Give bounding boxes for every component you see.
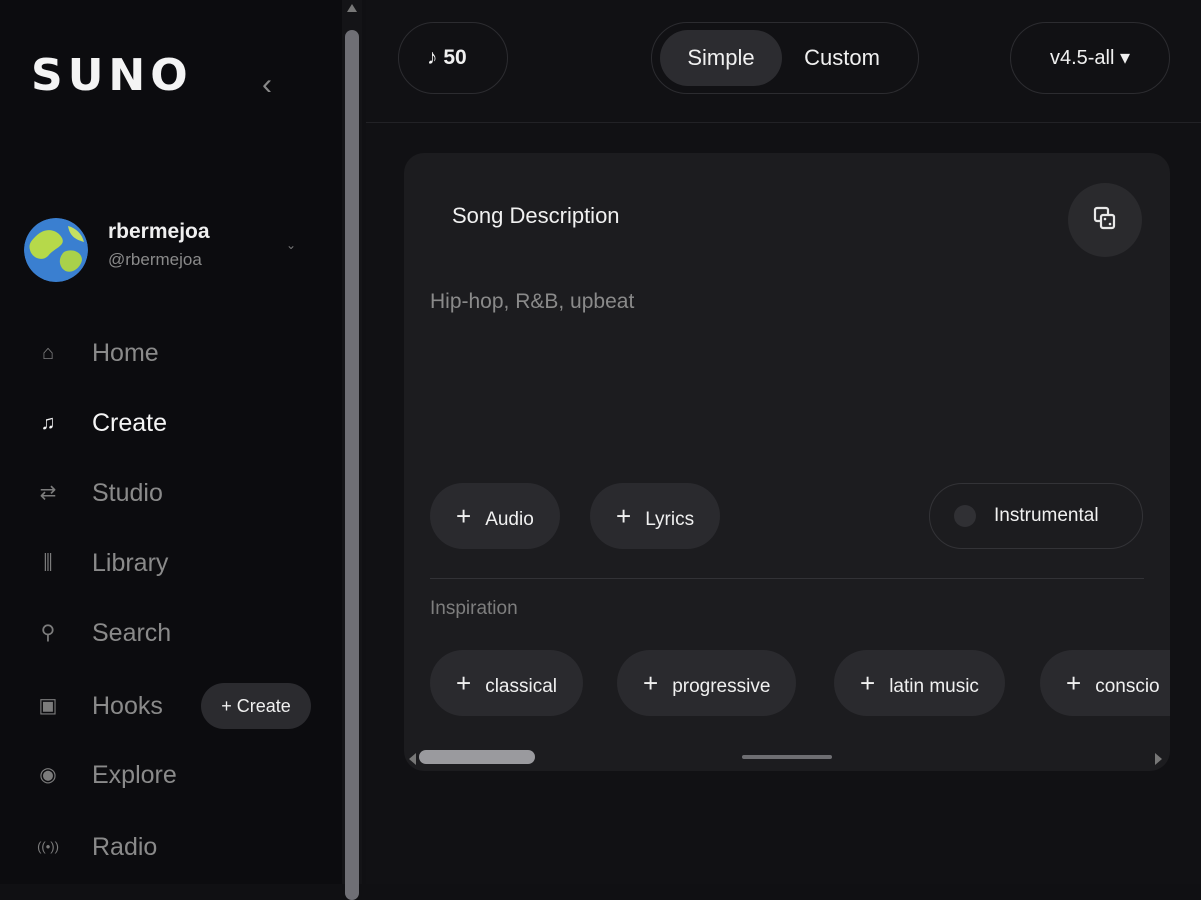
credits-badge[interactable]: ♪ 50	[398, 22, 508, 94]
tag-label: conscio	[1095, 676, 1160, 697]
hooks-icon: ▣	[38, 695, 58, 717]
studio-icon: ⇄	[39, 482, 57, 504]
sidebar-item-label: Create	[92, 409, 168, 437]
radio-icon: ((•))	[37, 839, 59, 854]
tag-label: latin music	[889, 676, 979, 697]
tag-label: classical	[485, 676, 557, 697]
search-icon: ⚲	[40, 622, 56, 644]
random-dice-button[interactable]	[1068, 183, 1142, 257]
add-lyrics-label: Lyrics	[645, 509, 695, 530]
inspiration-tag-latin-music[interactable]: + latin music	[834, 650, 1005, 716]
user-handle: @rbermejoa	[108, 250, 202, 269]
home-icon: ⌂	[41, 342, 55, 364]
plus-icon: +	[616, 501, 632, 531]
chevron-down-icon[interactable]: ⌄	[286, 238, 296, 252]
sidebar-item-create[interactable]: ♫ Create	[0, 393, 320, 453]
sidebar-item-label: Explore	[92, 761, 177, 789]
scrollbar-thumb[interactable]	[419, 750, 535, 764]
instrumental-toggle[interactable]: Instrumental	[929, 483, 1143, 549]
top-bar: ♪ 50 Simple Custom v4.5-all ▾	[366, 0, 1201, 123]
tag-label: progressive	[672, 676, 771, 697]
mode-toggle: Simple Custom	[651, 22, 919, 94]
create-music-icon: ♫	[40, 412, 56, 434]
library-icon: ⫼	[43, 552, 53, 574]
sidebar-item-label: Radio	[92, 833, 158, 861]
plus-icon: +	[1066, 668, 1082, 698]
plus-icon: +	[456, 501, 472, 531]
sidebar-item-search[interactable]: ⚲ Search	[0, 603, 320, 663]
inspiration-tag-conscious[interactable]: + conscio	[1040, 650, 1170, 716]
toggle-indicator-icon	[954, 505, 976, 527]
divider	[430, 578, 1144, 579]
song-description-input[interactable]: Hip-hop, R&B, upbeat	[430, 290, 634, 314]
dice-icon	[1093, 206, 1116, 230]
suno-logo[interactable]: SUNO	[31, 46, 193, 106]
inspiration-label: Inspiration	[430, 598, 518, 619]
inspiration-tag-classical[interactable]: + classical	[430, 650, 583, 716]
explore-icon: ◉	[39, 764, 57, 786]
sidebar-item-studio[interactable]: ⇄ Studio	[0, 463, 320, 523]
song-description-label: Song Description	[452, 203, 620, 228]
sidebar-item-label: Hooks	[92, 692, 163, 720]
sidebar-item-hooks[interactable]: ▣ Hooks	[0, 676, 195, 736]
scroll-up-arrow-icon[interactable]	[347, 4, 357, 12]
sidebar-item-label: Studio	[92, 479, 163, 507]
sidebar: SUNO ‹ rbermejoa @rbermejoa ⌄ ⌂ Home ♫ C…	[0, 0, 342, 884]
sidebar-item-label: Library	[92, 549, 169, 577]
inspiration-tag-progressive[interactable]: + progressive	[617, 650, 797, 716]
add-audio-label: Audio	[485, 509, 534, 530]
custom-mode-button[interactable]: Custom	[786, 30, 898, 86]
simple-mode-button[interactable]: Simple	[660, 30, 782, 86]
sidebar-item-label: Search	[92, 619, 172, 647]
sidebar-item-library[interactable]: ⫼ Library	[0, 533, 320, 593]
sidebar-scrollbar[interactable]	[342, 0, 362, 900]
instrumental-label: Instrumental	[994, 505, 1099, 526]
drag-handle[interactable]	[742, 755, 832, 759]
model-version-dropdown[interactable]: v4.5-all ▾	[1010, 22, 1170, 94]
plus-icon: +	[456, 668, 472, 698]
scrollbar-thumb[interactable]	[345, 30, 359, 900]
add-audio-button[interactable]: + Audio	[430, 483, 560, 549]
plus-icon: +	[643, 668, 659, 698]
avatar[interactable]	[24, 218, 88, 282]
create-card: Song Description Hip-hop, R&B, upbeat + A…	[404, 153, 1170, 771]
main-panel: ♪ 50 Simple Custom v4.5-all ▾ Song Descr…	[366, 0, 1201, 884]
sidebar-item-radio[interactable]: ((•)) Radio	[0, 817, 320, 877]
collapse-sidebar-icon[interactable]: ‹	[262, 70, 272, 100]
sidebar-item-label: Home	[92, 339, 159, 367]
hooks-create-button[interactable]: + Create	[201, 683, 311, 729]
scroll-left-arrow-icon[interactable]	[409, 753, 416, 765]
username: rbermejoa	[108, 220, 210, 243]
add-lyrics-button[interactable]: + Lyrics	[590, 483, 721, 549]
sidebar-item-explore[interactable]: ◉ Explore	[0, 745, 320, 805]
inspiration-scrollbar[interactable]	[404, 749, 1170, 771]
sidebar-item-home[interactable]: ⌂ Home	[0, 323, 320, 383]
scroll-right-arrow-icon[interactable]	[1155, 753, 1162, 765]
plus-icon: +	[860, 668, 876, 698]
